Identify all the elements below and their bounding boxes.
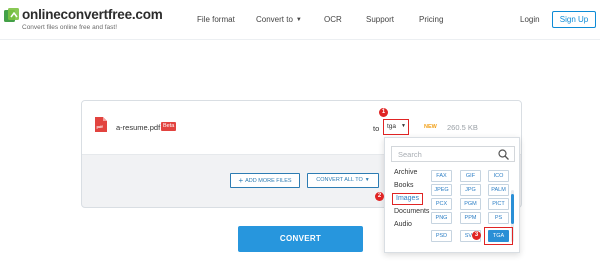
chevron-down-icon: ▼ <box>295 17 302 23</box>
format-tile-gif[interactable]: GIF <box>460 170 481 182</box>
nav-label: Convert to <box>256 15 293 24</box>
format-tile-psd[interactable]: PSD <box>431 230 452 242</box>
add-more-files-button[interactable]: + ADD MORE FILES <box>230 173 300 188</box>
to-label: to <box>373 124 380 133</box>
category-audio[interactable]: Audio <box>394 221 412 228</box>
chevron-down-icon: ▼ <box>401 123 406 129</box>
login-link[interactable]: Login <box>520 15 540 24</box>
format-tile-jpg[interactable]: JPG <box>460 184 481 196</box>
pdf-file-icon: pdf <box>95 117 107 132</box>
brand-tagline: Convert files online free and fast! <box>22 24 118 31</box>
convert-all-label: CONVERT ALL TO <box>316 177 363 183</box>
nav-support[interactable]: Support <box>366 15 394 24</box>
category-archive[interactable]: Archive <box>394 169 417 176</box>
nav-pricing[interactable]: Pricing <box>419 15 443 24</box>
format-tile-pcx[interactable]: PCX <box>431 198 452 210</box>
convert-button[interactable]: CONVERT <box>238 226 363 252</box>
category-images[interactable]: Images <box>392 193 423 205</box>
step-marker-2: 2 <box>375 192 384 201</box>
nav-label: OCR <box>324 15 342 24</box>
format-tile-png[interactable]: PNG <box>431 212 452 224</box>
search-icon <box>498 149 509 160</box>
format-tile-ppm[interactable]: PPM <box>460 212 481 224</box>
add-more-label: ADD MORE FILES <box>245 178 292 184</box>
nav-ocr[interactable]: OCR <box>324 15 342 24</box>
format-tile-pgm[interactable]: PGM <box>460 198 481 210</box>
file-size: 260.5 KB <box>447 123 478 132</box>
dropdown-scrollbar-thumb[interactable] <box>511 194 514 224</box>
category-documents[interactable]: Documents <box>394 208 429 215</box>
nav-convert-to[interactable]: Convert to ▼ <box>256 15 302 24</box>
format-tile-jpeg[interactable]: JPEG <box>431 184 452 196</box>
brand-name[interactable]: onlineconvertfree.com <box>22 7 163 22</box>
format-search-input[interactable]: Search <box>391 146 515 162</box>
nav-file-format[interactable]: File format <box>197 15 235 24</box>
target-format-select[interactable]: tga ▼ <box>383 119 409 135</box>
category-books[interactable]: Books <box>394 182 413 189</box>
format-tile-fax[interactable]: FAX <box>431 170 452 182</box>
nav-label: Support <box>366 15 395 24</box>
site-header: onlineconvertfree.com Convert files onli… <box>0 0 600 40</box>
step-marker-3: 3 <box>472 231 481 240</box>
step-marker-1: 1 <box>379 108 388 117</box>
search-placeholder: Search <box>398 150 422 159</box>
logo-icon[interactable] <box>3 7 20 24</box>
chevron-down-icon: ▼ <box>364 177 370 183</box>
nav-label: File format <box>197 15 235 24</box>
format-tile-palm[interactable]: PALM <box>488 184 509 196</box>
format-tile-ps[interactable]: PS <box>488 212 509 224</box>
target-format-value: tga <box>387 123 397 130</box>
selected-format-highlight <box>484 227 513 245</box>
format-tile-pict[interactable]: PICT <box>488 198 509 210</box>
signup-button[interactable]: Sign Up <box>552 11 596 28</box>
beta-badge: Beta <box>161 122 177 131</box>
format-tile-ico[interactable]: ICO <box>488 170 509 182</box>
svg-text:pdf: pdf <box>97 124 104 129</box>
nav-label: Pricing <box>419 15 444 24</box>
convert-all-to-button[interactable]: CONVERT ALL TO ▼ <box>307 173 379 188</box>
new-badge: NEW <box>424 124 437 130</box>
plus-icon: + <box>238 176 244 185</box>
file-name: a-resume.pdf <box>116 123 161 132</box>
